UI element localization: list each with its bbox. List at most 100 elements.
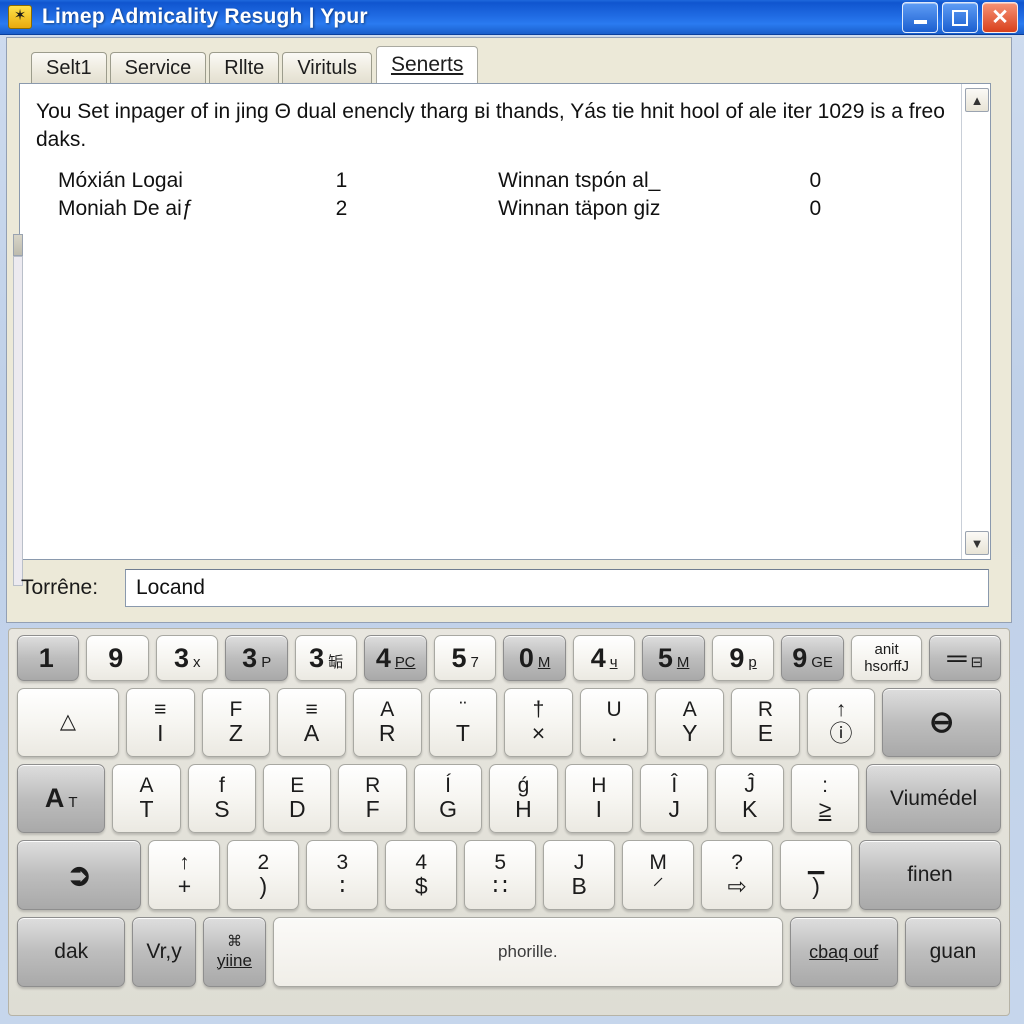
left-scroll-track[interactable] <box>13 256 23 586</box>
key-viumedel[interactable]: Viumédel <box>866 764 1001 833</box>
key-t[interactable]: ̈T <box>428 688 498 757</box>
key-shift-glyph[interactable]: ➲ <box>17 840 142 910</box>
key-main: 3 <box>309 642 325 673</box>
key-3b[interactable]: 3P <box>225 635 288 681</box>
key-bottom: F <box>365 796 380 823</box>
key-sub: х <box>192 653 201 671</box>
key-backspace[interactable]: ═ ⊟ <box>929 635 1001 681</box>
key-9c[interactable]: 9 GE <box>781 635 844 681</box>
key-3d[interactable]: 3 ∶ <box>306 840 379 910</box>
key-question[interactable]: ? ⇨ <box>701 840 774 910</box>
key-bottom: T <box>139 796 154 823</box>
key-z[interactable]: FZ <box>201 688 271 757</box>
key-d[interactable]: ED <box>263 764 332 833</box>
key-bottom: T <box>68 794 78 811</box>
key-s[interactable]: fS <box>187 764 257 833</box>
key-top: ↑ <box>835 698 847 722</box>
key-h[interactable]: ǵH <box>489 764 558 833</box>
key-semicolon[interactable]: ▁) <box>780 840 853 910</box>
key-sub: 7 <box>470 653 479 671</box>
minimize-button[interactable] <box>902 2 938 33</box>
key-enter-glyph[interactable]: ⊖ <box>882 688 1001 757</box>
key-5b[interactable]: 5M <box>642 635 705 681</box>
key-k[interactable]: ĴK <box>715 764 784 833</box>
close-button[interactable]: ✕ <box>982 2 1018 33</box>
title-bar: Limep Admicality Resugh | Ypur ✕ <box>0 0 1024 35</box>
key-x[interactable]: † × <box>504 688 573 757</box>
key-u[interactable]: U. <box>579 688 649 757</box>
tab-senerts[interactable]: Senerts <box>375 46 479 83</box>
key-cbaq-ouf[interactable]: cbaq ouf <box>789 917 898 987</box>
key-3a[interactable]: 3х <box>155 635 219 681</box>
key-vry[interactable]: Vr,y <box>132 917 196 987</box>
key-finen[interactable]: finen <box>859 840 1001 910</box>
key-5c[interactable]: 5 ∷ <box>464 840 537 910</box>
tab-rllte[interactable]: Rllte <box>209 52 280 83</box>
key-bottom: S <box>214 796 230 823</box>
key-a-accent[interactable]: ≡ A <box>277 688 346 757</box>
key-arrow-circle[interactable]: ↑ ⓘ <box>806 688 876 757</box>
key-label: yiine <box>216 950 252 970</box>
key-yiine[interactable]: ⌘ yiine <box>202 917 267 987</box>
scroll-down-icon[interactable]: ▼ <box>965 531 989 555</box>
key-m[interactable]: M ⸍ <box>622 840 695 910</box>
key-4b[interactable]: 4ч <box>572 635 636 681</box>
application-window: Limep Admicality Resugh | Ypur ✕ Selt1 S… <box>0 0 1024 1024</box>
scroll-up-icon[interactable]: ▲ <box>965 88 989 112</box>
key-5a[interactable]: 57 <box>433 635 497 681</box>
key-i2[interactable]: HI <box>564 764 634 833</box>
tab-virituls[interactable]: Virituls <box>282 52 372 83</box>
minimize-icon <box>913 19 927 24</box>
key-guan[interactable]: guan <box>904 917 1002 987</box>
key-top: A <box>380 698 395 722</box>
key-e[interactable]: RE <box>731 688 800 757</box>
shift-icon: ➲ <box>66 858 92 892</box>
key-t2[interactable]: AT <box>112 764 181 833</box>
table-row: Moniah De aiƒ 2 Winnan täpon giz 0 <box>58 195 972 223</box>
keyboard-row-5: dak Vr,y ⌘ yiine phorille. cbaq ouf guan <box>17 917 1002 987</box>
key-dak[interactable]: dak <box>17 917 126 987</box>
maximize-button[interactable] <box>942 2 978 33</box>
key-g[interactable]: ÍG <box>413 764 483 833</box>
key-r[interactable]: AR <box>352 688 422 757</box>
text-input[interactable]: Locand <box>125 569 989 607</box>
row-value-right: 0 <box>809 197 822 221</box>
key-j[interactable]: ÎJ <box>640 764 709 833</box>
key-triangle[interactable]: △ <box>17 688 119 757</box>
key-at[interactable]: AT <box>17 764 106 833</box>
keyboard-row-4: ➲ ↑ + 2) 3 ∶ 4 $ 5 ∷ JB M ⸍ ? ⇨ ▁) finen <box>17 840 1001 910</box>
content-scrollbar[interactable]: ▲ ▼ <box>961 84 990 559</box>
key-f[interactable]: RF <box>338 764 407 833</box>
key-top: 5 <box>494 850 507 874</box>
key-bottom: J <box>668 796 680 823</box>
key-colon[interactable]: : ≥ <box>790 764 860 833</box>
row-label-left: Moniah De aiƒ <box>58 197 194 221</box>
key-y[interactable]: AY <box>655 688 725 757</box>
left-scroll-thumb[interactable] <box>13 234 23 256</box>
key-plus[interactable]: ↑ + <box>148 840 221 910</box>
key-bottom: I <box>595 796 603 823</box>
key-b[interactable]: JB <box>543 840 616 910</box>
close-icon: ✕ <box>991 5 1009 29</box>
key-i[interactable]: ≡ I <box>125 688 195 757</box>
tab-service[interactable]: Service <box>109 52 207 83</box>
key-3c[interactable]: 3缿 <box>294 635 358 681</box>
key-9b[interactable]: 9р <box>711 635 775 681</box>
key-top: R <box>365 774 381 798</box>
tab-selt1[interactable]: Selt1 <box>31 52 107 83</box>
key-9a[interactable]: 9 <box>86 635 149 681</box>
content-area: You Set inpager of in jing Θ dual enencl… <box>19 83 991 560</box>
key-4c[interactable]: 4 $ <box>385 840 458 910</box>
key-sub: ⊟ <box>970 653 984 671</box>
key-spacebar[interactable]: phorille. <box>273 917 783 987</box>
key-4a[interactable]: 4 РС <box>364 635 427 681</box>
star-app-icon <box>8 5 32 29</box>
key-anit-hsorffj[interactable]: anit hsorffJ <box>850 635 923 681</box>
key-label: dak <box>54 940 89 963</box>
key-label: guan <box>929 940 977 963</box>
key-sub: M <box>537 653 551 671</box>
key-top: U <box>606 698 622 722</box>
key-1[interactable]: 1 <box>17 635 80 681</box>
key-0a[interactable]: 0M <box>503 635 566 681</box>
key-paren[interactable]: 2) <box>227 840 300 910</box>
